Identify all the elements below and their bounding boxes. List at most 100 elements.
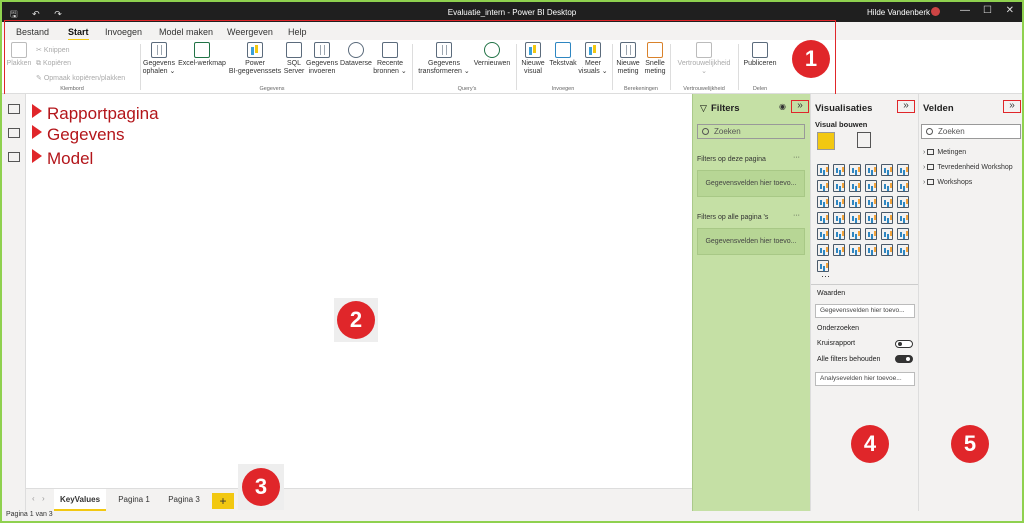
next-page-button[interactable]: › <box>42 494 45 503</box>
visual-type-icon[interactable] <box>881 228 893 240</box>
visual-type-icon[interactable] <box>881 212 893 224</box>
cross-report-label: Kruisrapport <box>817 340 856 347</box>
visual-type-icon[interactable] <box>833 196 845 208</box>
visual-type-icon[interactable] <box>865 196 877 208</box>
visual-type-icon[interactable] <box>865 164 877 176</box>
page-tab-keyvalues[interactable]: KeyValues <box>54 489 106 511</box>
more-options-icon[interactable]: ··· <box>793 212 800 219</box>
fields-title: Velden <box>923 103 954 114</box>
visual-type-icon[interactable] <box>881 164 893 176</box>
visual-type-icon[interactable] <box>897 212 909 224</box>
analysis-well[interactable]: Analysevelden hier toevoe... <box>815 372 915 386</box>
visual-build-label: Visual bouwen <box>815 120 868 129</box>
visual-type-icon[interactable] <box>881 180 893 192</box>
format-visual-icon[interactable] <box>857 132 871 148</box>
cross-report-toggle[interactable] <box>895 340 913 348</box>
badge-1: 1 <box>792 40 830 78</box>
visual-type-icon[interactable] <box>833 228 845 240</box>
annotation-model: Model <box>32 149 93 169</box>
keep-filters-toggle[interactable] <box>895 355 913 363</box>
visual-type-icon[interactable] <box>865 180 877 192</box>
restore-button[interactable]: ☐ <box>983 5 992 16</box>
badge-2: 2 <box>337 301 375 339</box>
report-canvas[interactable]: Rapportpagina Gegevens Model 2 <box>26 94 692 488</box>
model-view-icon[interactable] <box>8 152 20 162</box>
filters-pane: ▽ Filters ◉ » Zoeken Filters op deze pag… <box>692 94 810 511</box>
visual-type-icon[interactable] <box>897 196 909 208</box>
ribbon: Plakken ✂ Knippen ⧉ Kopiëren ✎ Opmaak ko… <box>2 20 1022 95</box>
page-tab-pagina-1[interactable]: Pagina 1 <box>110 489 158 511</box>
visual-type-icon[interactable] <box>833 180 845 192</box>
left-nav <box>2 94 26 511</box>
visual-type-icon[interactable] <box>865 212 877 224</box>
divider <box>811 284 919 285</box>
visual-type-icon[interactable] <box>897 228 909 240</box>
visualizations-title: Visualisaties <box>815 103 873 114</box>
ribbon-highlight-box <box>4 20 836 95</box>
visual-type-icon[interactable] <box>865 228 877 240</box>
user-name[interactable]: Hilde Vandenberk <box>867 8 930 17</box>
status-bar: Pagina 1 van 3 <box>2 511 1022 521</box>
table-icon <box>927 179 935 185</box>
add-page-button[interactable]: + <box>212 493 234 509</box>
chevron-right-icon: › <box>923 164 926 171</box>
title-bar: 🖫 ↶ ↷ Evaluatie_intern - Power BI Deskto… <box>2 2 1022 22</box>
visual-type-icon[interactable] <box>849 164 861 176</box>
visual-type-icon[interactable] <box>849 196 861 208</box>
filters-all-well[interactable]: Gegevensvelden hier toevo... <box>697 228 805 255</box>
badge-3: 3 <box>242 468 280 506</box>
visual-type-icon[interactable] <box>833 212 845 224</box>
arrow-icon <box>32 125 42 139</box>
visualizations-pane: Visualisaties » Visual bouwen ··· Waarde… <box>810 94 919 511</box>
more-visuals-icon[interactable]: ··· <box>821 271 830 281</box>
values-well[interactable]: Gegevensvelden hier toevo... <box>815 304 915 318</box>
visual-type-icon[interactable] <box>849 228 861 240</box>
filters-search-input[interactable]: Zoeken <box>697 124 805 139</box>
chevron-right-icon: › <box>923 149 926 156</box>
filters-title: Filters <box>711 103 740 114</box>
filters-section-all: Filters op alle pagina 's <box>697 214 769 221</box>
prev-page-button[interactable]: ‹ <box>32 494 35 503</box>
visual-type-icon[interactable] <box>881 196 893 208</box>
field-table-workshops[interactable]: › Workshops <box>923 179 972 186</box>
field-table-metingen[interactable]: › Metingen <box>923 149 966 156</box>
close-button[interactable]: ✕ <box>1006 5 1014 16</box>
visualizations-collapse-button[interactable]: » <box>897 100 915 113</box>
visual-type-icon[interactable] <box>849 180 861 192</box>
visual-type-icon[interactable] <box>833 244 845 256</box>
visual-type-icon[interactable] <box>881 244 893 256</box>
fields-search-input[interactable]: Zoeken <box>921 124 1021 139</box>
filters-collapse-button[interactable]: » <box>791 100 809 113</box>
build-visual-icon[interactable] <box>817 132 835 150</box>
badge-5: 5 <box>951 425 989 463</box>
visual-types-grid <box>817 164 910 273</box>
visual-type-icon[interactable] <box>817 212 829 224</box>
visual-type-icon[interactable] <box>849 244 861 256</box>
avatar[interactable] <box>931 7 940 16</box>
eye-icon[interactable]: ◉ <box>779 102 786 111</box>
more-options-icon[interactable]: ··· <box>793 154 800 161</box>
report-view-icon[interactable] <box>8 104 20 114</box>
visual-type-icon[interactable] <box>817 164 829 176</box>
visual-type-icon[interactable] <box>849 212 861 224</box>
visual-type-icon[interactable] <box>817 244 829 256</box>
minimize-button[interactable]: — <box>960 5 970 16</box>
filters-page-well[interactable]: Gegevensvelden hier toevo... <box>697 170 805 197</box>
table-icon <box>927 149 935 155</box>
visual-type-icon[interactable] <box>817 196 829 208</box>
annotation-rapportpagina: Rapportpagina <box>32 104 159 124</box>
fields-collapse-button[interactable]: » <box>1003 100 1021 113</box>
visual-type-icon[interactable] <box>833 164 845 176</box>
data-view-icon[interactable] <box>8 128 20 138</box>
badge-4: 4 <box>851 425 889 463</box>
annotation-gegevens: Gegevens <box>32 125 125 145</box>
visual-type-icon[interactable] <box>865 244 877 256</box>
visual-type-icon[interactable] <box>897 164 909 176</box>
page-tab-pagina-3[interactable]: Pagina 3 <box>160 489 208 511</box>
keep-filters-label: Alle filters behouden <box>817 356 881 363</box>
field-table-tevredenheid[interactable]: › Tevredenheid Workshop <box>923 164 1013 171</box>
visual-type-icon[interactable] <box>897 180 909 192</box>
visual-type-icon[interactable] <box>817 228 829 240</box>
visual-type-icon[interactable] <box>897 244 909 256</box>
visual-type-icon[interactable] <box>817 180 829 192</box>
